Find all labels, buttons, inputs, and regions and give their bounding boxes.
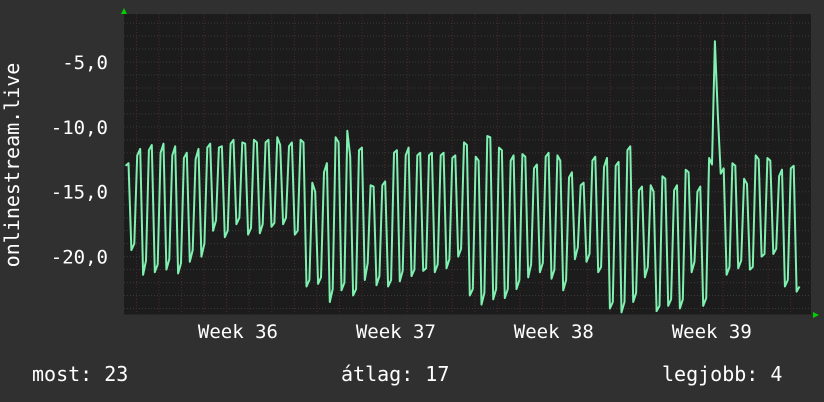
chart: -5,0 -10,0 -15,0 -20,0 Week 36 Week 37 W… — [0, 8, 819, 343]
x-tick-label: Week 37 — [356, 321, 436, 343]
y-axis-ticks: -5,0 -10,0 -15,0 -20,0 — [51, 52, 108, 269]
x-axis-ticks: Week 36 Week 37 Week 38 Week 39 — [198, 321, 752, 343]
y-tick-label: -10,0 — [51, 117, 108, 139]
y-tick-label: -20,0 — [51, 247, 108, 269]
footer-current: most: 23 — [32, 362, 129, 386]
x-axis-arrow-icon — [813, 312, 819, 318]
y-tick-label: -15,0 — [51, 182, 108, 204]
y-axis-label: onlinestream.live — [0, 63, 24, 268]
footer-best: legjobb: 4 — [662, 362, 783, 386]
x-tick-label: Week 38 — [514, 321, 594, 343]
footer-average: átlag: 17 — [341, 362, 450, 386]
x-tick-label: Week 36 — [198, 321, 278, 343]
x-tick-label: Week 39 — [672, 321, 752, 343]
y-axis-arrow-icon — [121, 8, 127, 14]
y-tick-label: -5,0 — [62, 52, 108, 74]
